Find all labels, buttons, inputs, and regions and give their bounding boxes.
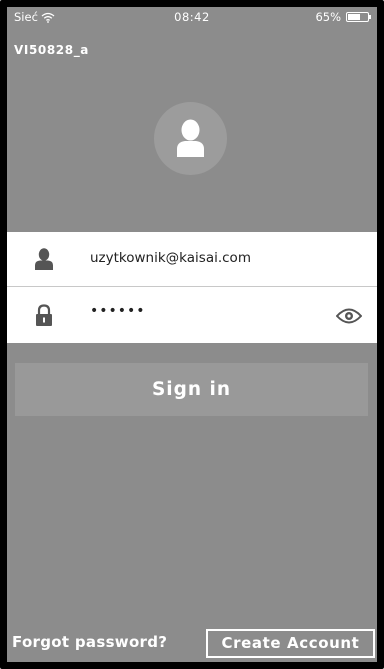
password-field[interactable]: •••••• (90, 303, 310, 319)
user-icon (177, 119, 204, 157)
username-row[interactable]: uzytkownik@kaisai.com (7, 232, 377, 287)
user-icon (35, 248, 53, 270)
eye-icon[interactable] (336, 308, 362, 324)
login-screen: Sieć 08:42 65% VI50828_a uzytkownik@kais… (7, 7, 377, 662)
create-account-button[interactable]: Create Account (206, 629, 375, 658)
lock-icon (36, 304, 52, 326)
footer: Forgot password? Create Account (7, 627, 377, 662)
device-name: VI50828_a (14, 43, 89, 57)
forgot-password-link[interactable]: Forgot password? (12, 633, 167, 651)
battery-nub (369, 15, 371, 19)
username-field[interactable]: uzytkownik@kaisai.com (90, 250, 251, 266)
battery-level-fill (348, 14, 360, 20)
status-bar: Sieć 08:42 65% (7, 7, 377, 29)
login-form: uzytkownik@kaisai.com •••••• (7, 232, 377, 343)
battery-icon (346, 12, 371, 22)
sign-in-button[interactable]: Sign in (15, 363, 368, 416)
battery-group: 65% (315, 10, 371, 24)
phone-frame: Sieć 08:42 65% VI50828_a uzytkownik@kais… (0, 0, 384, 669)
password-row[interactable]: •••••• (7, 288, 377, 343)
battery-percent: 65% (315, 10, 341, 24)
avatar[interactable] (154, 102, 227, 175)
